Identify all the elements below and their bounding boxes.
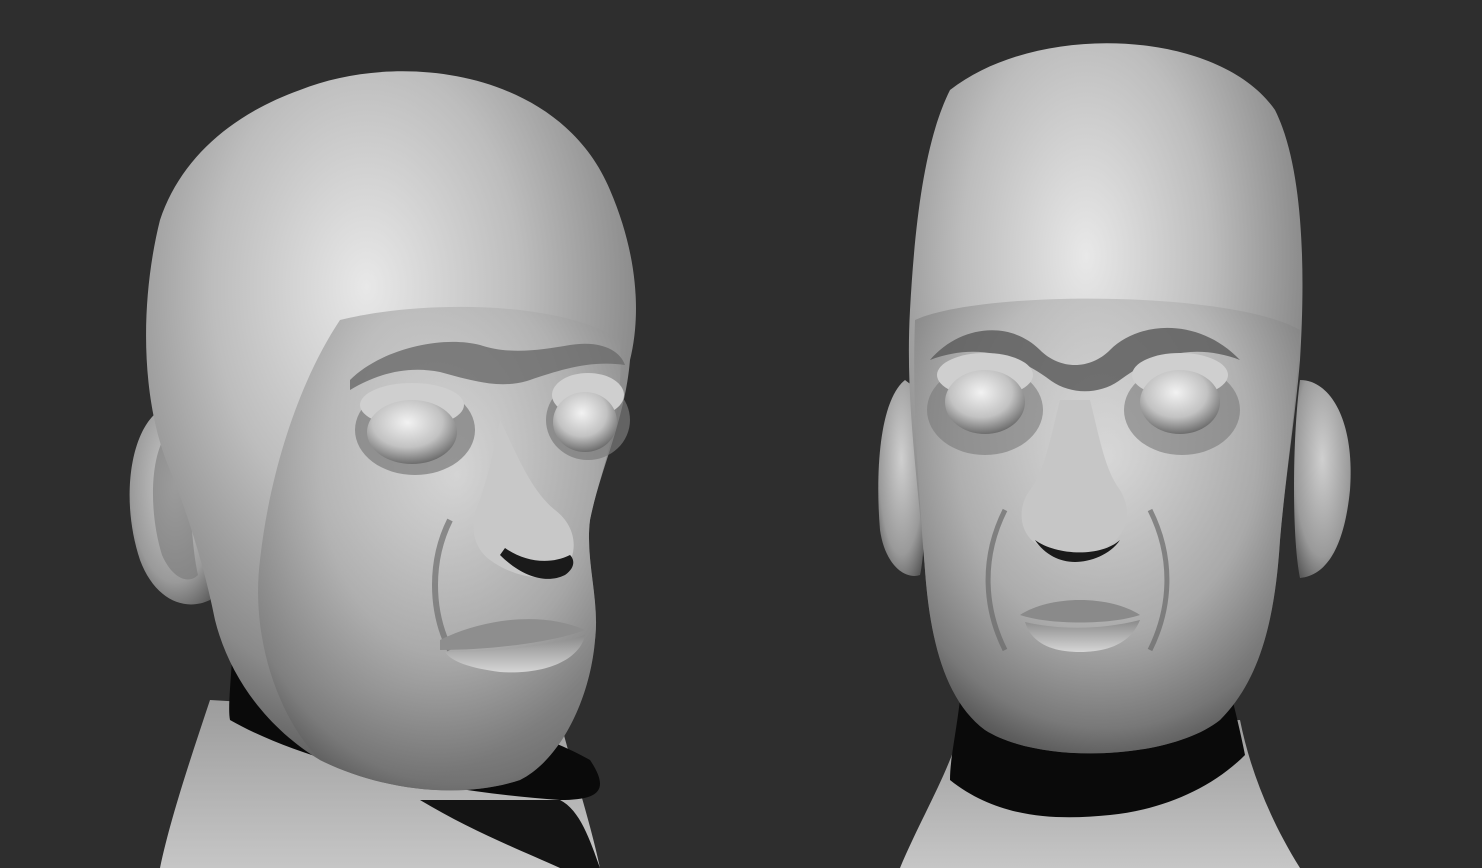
left-eyeball-1 [367,400,457,464]
render-canvas [129,43,1351,868]
right-eyeball-1 [945,370,1025,434]
left-eyeball-2 [553,392,617,452]
sculpt-viewport[interactable] [0,0,1482,868]
right-ear-right [1294,380,1351,578]
right-eyeball-2 [1140,370,1220,434]
three-quarter-head [129,71,636,868]
front-head [878,43,1351,868]
